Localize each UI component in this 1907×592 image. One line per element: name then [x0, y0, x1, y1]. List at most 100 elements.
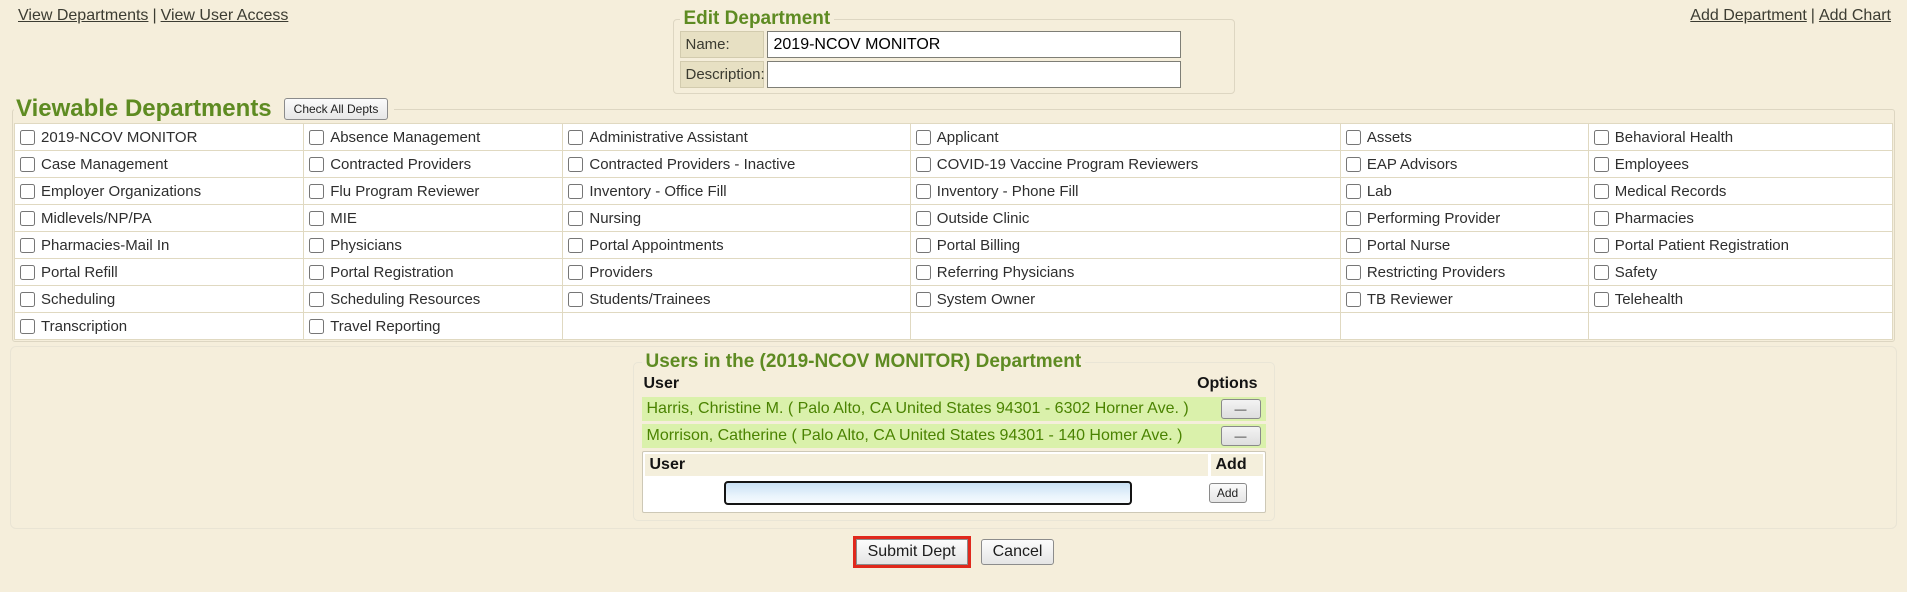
dept-checkbox[interactable] — [916, 184, 931, 199]
dept-checkbox[interactable] — [20, 184, 35, 199]
dept-checkbox[interactable] — [1594, 130, 1609, 145]
remove-user-button[interactable]: — — [1221, 399, 1261, 419]
dept-checkbox[interactable] — [309, 265, 324, 280]
dept-checkbox[interactable] — [916, 265, 931, 280]
dept-checkbox[interactable] — [20, 292, 35, 307]
dept-checkbox[interactable] — [568, 238, 583, 253]
dept-checkbox[interactable] — [309, 319, 324, 334]
view-departments-link[interactable]: View Departments — [18, 7, 148, 24]
dept-option[interactable]: Restricting Providers — [1346, 264, 1586, 281]
dept-option[interactable]: Applicant — [916, 129, 1338, 146]
dept-option[interactable]: Portal Appointments — [568, 237, 907, 254]
dept-checkbox[interactable] — [309, 184, 324, 199]
dept-option[interactable]: Case Management — [20, 156, 301, 173]
dept-checkbox[interactable] — [916, 292, 931, 307]
dept-option[interactable]: Flu Program Reviewer — [309, 183, 560, 200]
dept-option[interactable]: Scheduling Resources — [309, 291, 560, 308]
dept-option[interactable]: Safety — [1594, 264, 1890, 281]
dept-option[interactable]: Medical Records — [1594, 183, 1890, 200]
dept-option[interactable]: EAP Advisors — [1346, 156, 1586, 173]
dept-checkbox[interactable] — [20, 211, 35, 226]
dept-checkbox[interactable] — [1594, 211, 1609, 226]
dept-checkbox[interactable] — [1346, 157, 1361, 172]
dept-checkbox[interactable] — [20, 130, 35, 145]
dept-option[interactable]: Physicians — [309, 237, 560, 254]
dept-checkbox[interactable] — [309, 238, 324, 253]
dept-option[interactable]: Portal Billing — [916, 237, 1338, 254]
dept-option[interactable]: MIE — [309, 210, 560, 227]
dept-option[interactable]: Providers — [568, 264, 907, 281]
dept-checkbox[interactable] — [309, 130, 324, 145]
dept-option[interactable]: Portal Registration — [309, 264, 560, 281]
dept-option[interactable]: Portal Nurse — [1346, 237, 1586, 254]
dept-option[interactable]: Portal Refill — [20, 264, 301, 281]
dept-checkbox[interactable] — [568, 211, 583, 226]
dept-option[interactable]: Referring Physicians — [916, 264, 1338, 281]
dept-checkbox[interactable] — [1346, 265, 1361, 280]
user-search-input[interactable] — [724, 481, 1132, 505]
dept-option[interactable]: Inventory - Office Fill — [568, 183, 907, 200]
dept-checkbox[interactable] — [309, 157, 324, 172]
dept-checkbox[interactable] — [20, 265, 35, 280]
dept-option[interactable]: Absence Management — [309, 129, 560, 146]
dept-option[interactable]: Performing Provider — [1346, 210, 1586, 227]
dept-option[interactable]: 2019-NCOV MONITOR — [20, 129, 301, 146]
name-input[interactable] — [767, 31, 1181, 58]
cancel-button[interactable]: Cancel — [981, 539, 1055, 565]
dept-option[interactable]: Administrative Assistant — [568, 129, 907, 146]
dept-checkbox[interactable] — [20, 157, 35, 172]
dept-option[interactable]: Nursing — [568, 210, 907, 227]
dept-option[interactable]: Travel Reporting — [309, 318, 560, 335]
dept-option[interactable]: Behavioral Health — [1594, 129, 1890, 146]
dept-checkbox[interactable] — [1594, 238, 1609, 253]
add-department-link[interactable]: Add Department — [1690, 7, 1807, 24]
dept-option[interactable]: System Owner — [916, 291, 1338, 308]
dept-option[interactable]: Contracted Providers - Inactive — [568, 156, 907, 173]
dept-checkbox[interactable] — [1594, 292, 1609, 307]
dept-option[interactable]: COVID-19 Vaccine Program Reviewers — [916, 156, 1338, 173]
dept-option[interactable]: Pharmacies-Mail In — [20, 237, 301, 254]
dept-option[interactable]: Scheduling — [20, 291, 301, 308]
dept-option[interactable]: Students/Trainees — [568, 291, 907, 308]
dept-checkbox[interactable] — [1346, 130, 1361, 145]
dept-option[interactable]: Midlevels/NP/PA — [20, 210, 301, 227]
dept-checkbox[interactable] — [568, 184, 583, 199]
view-user-access-link[interactable]: View User Access — [161, 7, 289, 24]
dept-checkbox[interactable] — [1346, 292, 1361, 307]
dept-option[interactable]: Assets — [1346, 129, 1586, 146]
dept-option[interactable]: Inventory - Phone Fill — [916, 183, 1338, 200]
dept-checkbox[interactable] — [916, 211, 931, 226]
dept-option[interactable]: TB Reviewer — [1346, 291, 1586, 308]
dept-checkbox[interactable] — [20, 238, 35, 253]
dept-checkbox[interactable] — [1346, 211, 1361, 226]
dept-checkbox[interactable] — [568, 130, 583, 145]
add-user-button[interactable]: Add — [1209, 483, 1247, 503]
dept-option[interactable]: Telehealth — [1594, 291, 1890, 308]
dept-checkbox[interactable] — [1594, 157, 1609, 172]
dept-option[interactable]: Outside Clinic — [916, 210, 1338, 227]
check-all-depts-button[interactable]: Check All Depts — [284, 98, 389, 120]
dept-checkbox[interactable] — [309, 292, 324, 307]
dept-option[interactable]: Lab — [1346, 183, 1586, 200]
dept-checkbox[interactable] — [568, 265, 583, 280]
dept-checkbox[interactable] — [309, 211, 324, 226]
dept-checkbox[interactable] — [1346, 184, 1361, 199]
remove-user-button[interactable]: — — [1221, 426, 1261, 446]
add-chart-link[interactable]: Add Chart — [1819, 7, 1891, 24]
dept-checkbox[interactable] — [916, 238, 931, 253]
submit-dept-button[interactable]: Submit Dept — [856, 539, 968, 565]
dept-option[interactable]: Employer Organizations — [20, 183, 301, 200]
dept-checkbox[interactable] — [1594, 265, 1609, 280]
dept-checkbox[interactable] — [916, 157, 931, 172]
dept-option[interactable]: Transcription — [20, 318, 301, 335]
dept-checkbox[interactable] — [20, 319, 35, 334]
dept-checkbox[interactable] — [916, 130, 931, 145]
dept-option[interactable]: Contracted Providers — [309, 156, 560, 173]
dept-checkbox[interactable] — [1346, 238, 1361, 253]
dept-checkbox[interactable] — [568, 292, 583, 307]
description-input[interactable] — [767, 61, 1181, 88]
dept-checkbox[interactable] — [568, 157, 583, 172]
dept-option[interactable]: Pharmacies — [1594, 210, 1890, 227]
dept-checkbox[interactable] — [1594, 184, 1609, 199]
dept-option[interactable]: Employees — [1594, 156, 1890, 173]
